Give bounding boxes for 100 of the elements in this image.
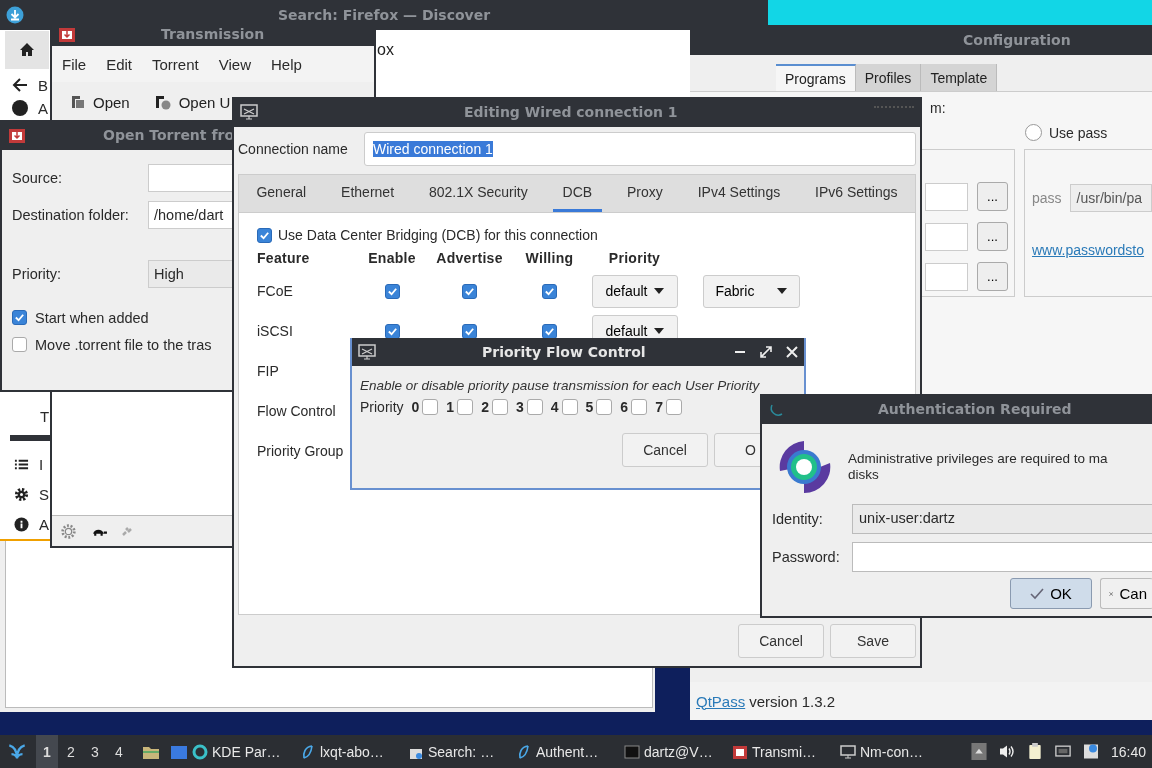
nav-label: A: [38, 100, 48, 117]
dialog-button[interactable]: Save: [830, 623, 916, 658]
back-arrow-icon[interactable]: [12, 77, 28, 93]
checkbox[interactable]: [12, 310, 27, 325]
checkbox[interactable]: [12, 337, 27, 352]
dialog-button[interactable]: OK: [1010, 578, 1092, 609]
taskbar-button[interactable]: KDE Par…: [188, 735, 296, 768]
dialog-button[interactable]: Cancel: [738, 623, 824, 658]
checkbox[interactable]: [384, 283, 400, 299]
menu-item[interactable]: View: [218, 55, 251, 73]
column-header: Enable: [367, 249, 417, 268]
checkbox[interactable]: [631, 399, 648, 415]
input-field[interactable]: Wired connection 1: [364, 132, 916, 166]
feather-icon: [300, 743, 316, 760]
toolbar-button[interactable]: Open U: [151, 91, 233, 113]
window-icon[interactable]: [170, 743, 188, 760]
sidebar-item[interactable]: I: [39, 455, 44, 473]
website-link[interactable]: www.passwordsto: [1032, 242, 1145, 258]
dropdown[interactable]: default: [591, 274, 678, 308]
tab[interactable]: IPv4 Settings: [687, 175, 791, 212]
input-field[interactable]: [925, 182, 968, 211]
radio-button[interactable]: [1025, 124, 1042, 141]
taskbar-button[interactable]: lxqt-abo…: [296, 735, 404, 768]
menu-item[interactable]: Torrent: [152, 55, 199, 73]
checkbox[interactable]: [384, 323, 400, 339]
field-label: Destination folder:: [12, 207, 130, 223]
priority-number: 0: [411, 399, 420, 415]
field-label: Priority:: [12, 266, 63, 282]
checkbox[interactable]: [491, 399, 508, 415]
workspace-button[interactable]: 3: [84, 735, 106, 768]
close-icon[interactable]: [786, 346, 798, 358]
checkbox[interactable]: [561, 399, 578, 415]
input-field[interactable]: /home/dart: [148, 201, 232, 229]
checkbox[interactable]: [596, 399, 613, 415]
dropdown[interactable]: Fabric: [702, 274, 800, 308]
tab[interactable]: Template: [921, 64, 998, 91]
dialog-button[interactable]: Can: [1100, 578, 1152, 609]
feather-icon: [516, 743, 532, 760]
tab[interactable]: General: [246, 175, 317, 212]
caret-icon: [776, 288, 787, 294]
dropdown[interactable]: unix-user:dartz: [852, 504, 1152, 534]
dialog-button[interactable]: Cancel: [622, 433, 708, 467]
workspace-button[interactable]: 2: [60, 735, 82, 768]
input-field[interactable]: [925, 262, 968, 291]
tab[interactable]: Programs: [776, 64, 856, 91]
workspace-button[interactable]: 1: [36, 735, 58, 768]
taskbar-button[interactable]: Search: …: [404, 735, 512, 768]
header-text: ox: [377, 41, 394, 59]
menu-item[interactable]: File: [62, 55, 87, 73]
maximize-icon[interactable]: [760, 346, 772, 358]
tray-expand-icon[interactable]: [970, 743, 987, 760]
avatar-icon[interactable]: [12, 100, 28, 116]
checkbox[interactable]: [526, 399, 543, 415]
settings-icon[interactable]: [14, 486, 29, 502]
section-heading: T: [40, 407, 50, 427]
info-icon[interactable]: [14, 516, 29, 532]
checkbox[interactable]: [542, 283, 557, 299]
checkbox[interactable]: [542, 323, 557, 339]
browse-button[interactable]: ...: [977, 222, 1008, 251]
field-label: Identity:: [772, 511, 824, 527]
dropdown[interactable]: High: [148, 260, 232, 288]
taskbar-button[interactable]: Transmi…: [728, 735, 836, 768]
checkbox[interactable]: [462, 283, 477, 299]
browse-button[interactable]: ...: [977, 262, 1008, 291]
clipboard-icon[interactable]: [1026, 743, 1043, 760]
checkmark-icon: [544, 325, 555, 337]
tab[interactable]: Profiles: [855, 64, 922, 91]
tab[interactable]: IPv6 Settings: [805, 175, 908, 212]
priority-number: 6: [620, 399, 629, 415]
notification-icon[interactable]: [1082, 743, 1099, 760]
home-button[interactable]: [5, 31, 49, 69]
workspace-button[interactable]: 4: [108, 735, 130, 768]
checkbox[interactable]: [462, 323, 477, 339]
tab[interactable]: Ethernet: [331, 175, 405, 212]
toolbar-button[interactable]: Open: [68, 91, 132, 113]
checkbox[interactable]: [257, 227, 272, 243]
app-link[interactable]: QtPass: [696, 692, 746, 710]
window-title: Editing Wired connection 1: [464, 104, 678, 120]
checkmark-icon: [14, 312, 25, 323]
menu-item[interactable]: Edit: [106, 55, 133, 73]
checkbox[interactable]: [457, 399, 474, 415]
window-title: Configuration: [963, 32, 1071, 48]
tab[interactable]: Proxy: [617, 175, 673, 212]
sidebar-item[interactable]: S: [39, 485, 49, 503]
checkmark-icon: [259, 229, 270, 241]
tab[interactable]: 802.1X Security: [418, 175, 538, 212]
taskbar-button[interactable]: dartz@V…: [620, 735, 728, 768]
input-field[interactable]: [925, 222, 968, 251]
input-field[interactable]: [148, 164, 232, 192]
feature-label: iSCSI: [257, 322, 294, 341]
taskbar-button[interactable]: Authent…: [512, 735, 620, 768]
browse-button[interactable]: ...: [977, 182, 1008, 211]
priority-number: 7: [655, 399, 663, 415]
sidebar-item[interactable]: A: [39, 515, 49, 533]
taskbar-button[interactable]: Nm-con…: [836, 735, 944, 768]
menu-item[interactable]: Help: [270, 55, 302, 73]
checkbox[interactable]: [665, 399, 682, 415]
checkbox[interactable]: [422, 399, 439, 415]
password-field[interactable]: [852, 542, 1152, 572]
speaker-icon[interactable]: [998, 743, 1015, 760]
